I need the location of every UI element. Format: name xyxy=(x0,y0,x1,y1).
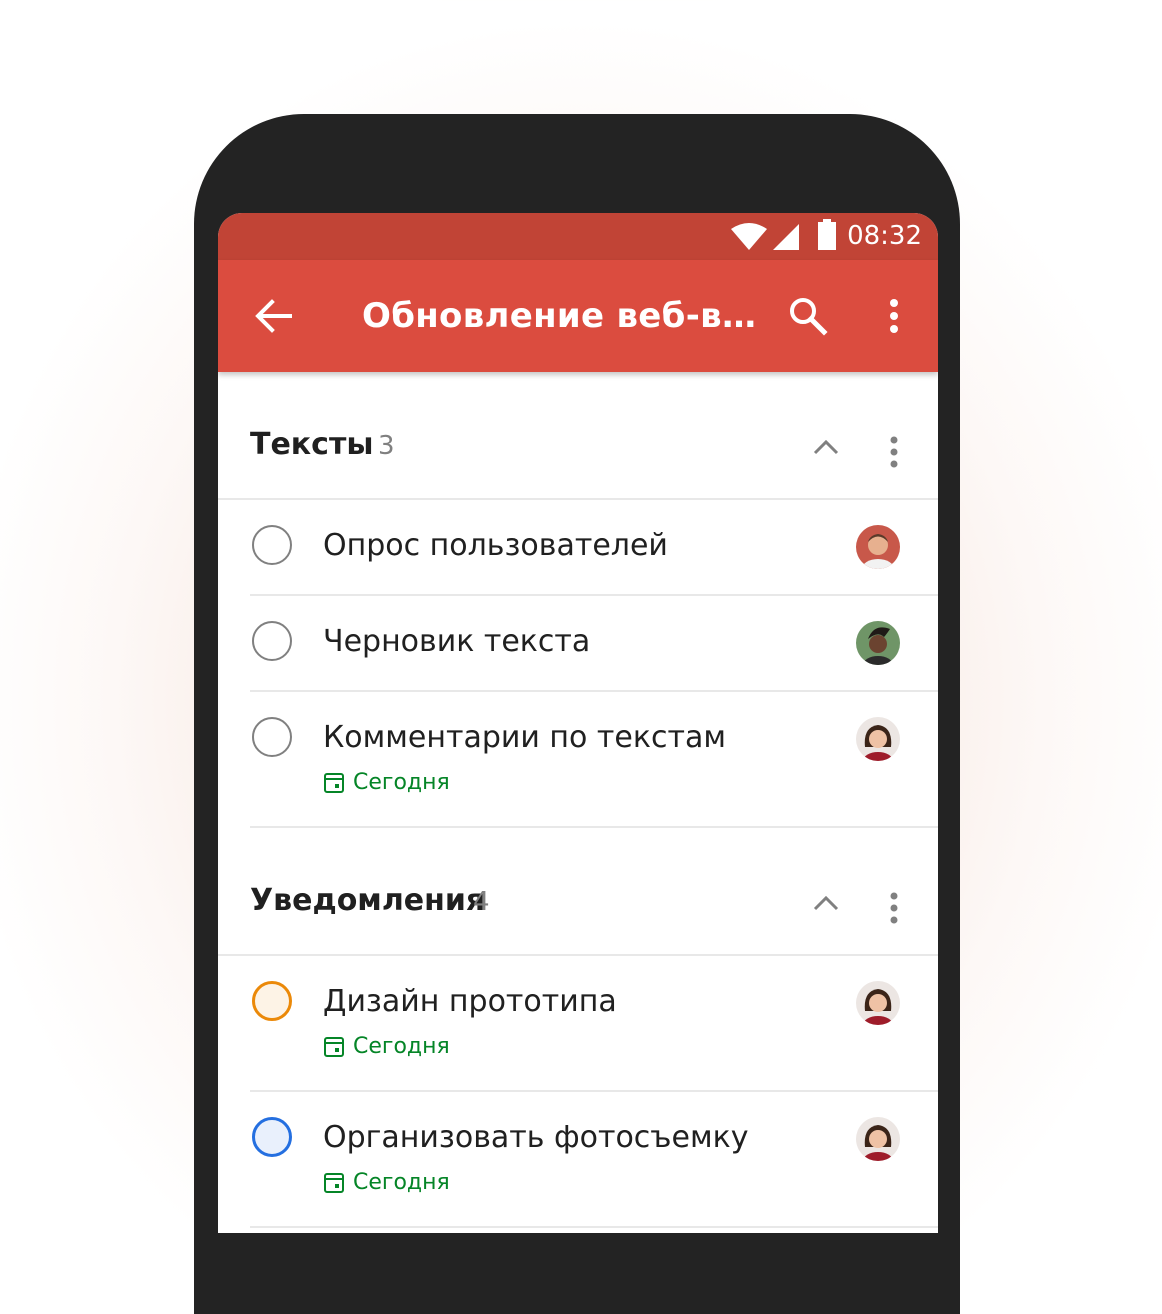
list-item[interactable]: Дизайн прототипа Сегодня xyxy=(218,956,938,1090)
section-more-icon[interactable] xyxy=(886,435,902,469)
due-date: Сегодня xyxy=(323,1170,450,1195)
avatar[interactable] xyxy=(856,981,900,1025)
status-bar: 08:32 xyxy=(218,213,938,260)
list-item[interactable]: Организовать фотосъемку Сегодня xyxy=(218,1092,938,1226)
task-title: Опрос пользователей xyxy=(323,528,668,563)
list-item[interactable]: Комментарии по текстам Сегодня xyxy=(218,692,938,826)
task-checkbox[interactable] xyxy=(252,621,292,661)
section-count: 3 xyxy=(378,431,395,461)
task-checkbox[interactable] xyxy=(252,525,292,565)
section-header-texts: Тексты 3 xyxy=(218,407,938,499)
due-date-label: Сегодня xyxy=(353,770,450,795)
section-more-icon[interactable] xyxy=(886,891,902,925)
calendar-icon xyxy=(324,1172,344,1193)
battery-icon xyxy=(818,219,836,250)
calendar-icon xyxy=(324,1036,344,1057)
due-date-label: Сегодня xyxy=(353,1034,450,1059)
task-checkbox-priority-3[interactable] xyxy=(252,1117,292,1157)
more-vert-icon[interactable] xyxy=(886,298,902,334)
task-title: Черновик текста xyxy=(323,624,591,659)
task-checkbox[interactable] xyxy=(252,717,292,757)
signal-icon xyxy=(773,224,799,250)
section-title: Тексты xyxy=(250,427,374,462)
due-date: Сегодня xyxy=(323,1034,450,1059)
row-divider xyxy=(250,1226,938,1228)
avatar[interactable] xyxy=(856,1117,900,1161)
calendar-icon xyxy=(324,772,344,793)
avatar[interactable] xyxy=(856,621,900,665)
section-title: Уведомления xyxy=(250,883,486,918)
chevron-up-icon[interactable] xyxy=(812,893,840,913)
task-checkbox-priority-2[interactable] xyxy=(252,981,292,1021)
avatar[interactable] xyxy=(856,717,900,761)
search-icon[interactable] xyxy=(788,296,828,336)
task-title: Комментарии по текстам xyxy=(323,720,726,755)
wifi-icon xyxy=(731,223,767,250)
back-arrow-icon[interactable] xyxy=(254,298,292,334)
section-header-notifications: Уведомления 4 xyxy=(218,863,938,955)
chevron-up-icon[interactable] xyxy=(812,437,840,457)
list-item[interactable]: Опрос пользователей xyxy=(218,500,938,594)
avatar[interactable] xyxy=(856,525,900,569)
app-bar: Обновление веб-ве... xyxy=(218,260,938,372)
status-time: 08:32 xyxy=(847,221,922,251)
due-date: Сегодня xyxy=(323,770,450,795)
app-screen: 08:32 Обновление веб-ве... Тексты 3 Опро… xyxy=(218,213,938,1233)
section-count: 4 xyxy=(473,887,490,917)
row-divider xyxy=(250,826,938,828)
page-title: Обновление веб-ве... xyxy=(362,296,772,336)
task-title: Дизайн прототипа xyxy=(323,984,617,1019)
list-item[interactable]: Черновик текста xyxy=(218,596,938,690)
task-title: Организовать фотосъемку xyxy=(323,1120,749,1155)
due-date-label: Сегодня xyxy=(353,1170,450,1195)
